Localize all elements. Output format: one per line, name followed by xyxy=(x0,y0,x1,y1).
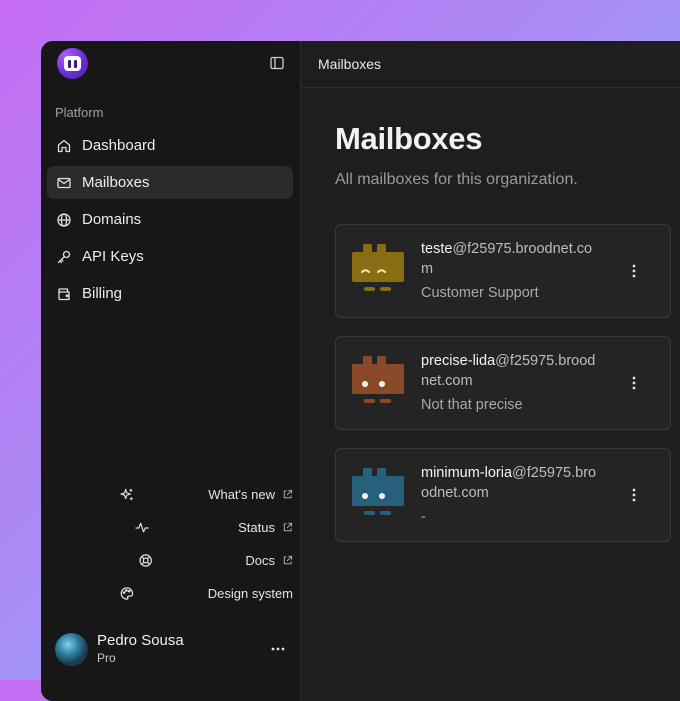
sidebar-nav: Dashboard Mailboxes Domains API Keys Bil… xyxy=(47,129,293,314)
section-label: Platform xyxy=(55,105,104,120)
sidebar-item-label: API Keys xyxy=(82,248,144,265)
status-link[interactable]: Status xyxy=(47,511,293,544)
sidebar-item-mailboxes[interactable]: Mailboxes xyxy=(47,166,293,199)
mailbox-address: minimum-loria@f25975.broodnet.com xyxy=(421,463,601,503)
more-vertical-icon[interactable] xyxy=(626,375,642,391)
mailbox-avatar-icon xyxy=(352,356,404,403)
mailbox-address: precise-lida@f25975.broodnet.com xyxy=(421,351,601,391)
home-icon xyxy=(57,139,71,152)
docs-label: Docs xyxy=(245,553,275,568)
activity-icon xyxy=(135,522,149,533)
mailbox-local-part: teste xyxy=(421,241,453,257)
logo-icon xyxy=(64,56,81,71)
avatar xyxy=(55,632,88,666)
sidebar-toggle-icon[interactable] xyxy=(269,55,285,71)
sidebar: Platform Dashboard Mailboxes Domains API… xyxy=(41,41,301,701)
sidebar-item-domains[interactable]: Domains xyxy=(47,203,293,236)
user-plan: Pro xyxy=(97,651,116,665)
sidebar-item-label: Billing xyxy=(82,285,123,302)
design-system-label: Design system xyxy=(207,586,293,601)
topbar-title: Mailboxes xyxy=(318,56,382,72)
mailbox-local-part: precise-lida xyxy=(421,353,496,369)
logo[interactable] xyxy=(57,48,88,79)
mailbox-address: teste@f25975.broodnet.com xyxy=(421,239,601,279)
mailbox-local-part: minimum-loria xyxy=(421,465,513,481)
user-name: Pedro Sousa xyxy=(97,632,184,649)
more-vertical-icon[interactable] xyxy=(626,487,642,503)
more-vertical-icon[interactable] xyxy=(626,263,642,279)
mailbox-description: Not that precise xyxy=(421,397,523,413)
key-icon xyxy=(57,250,71,263)
external-link-icon xyxy=(283,555,293,565)
whats-new-label: What's new xyxy=(208,487,275,502)
mailbox-description: - xyxy=(421,509,426,525)
mailbox-card[interactable]: minimum-loria@f25975.broodnet.com - xyxy=(335,448,671,542)
external-link-icon xyxy=(283,522,293,532)
mailbox-card[interactable]: teste@f25975.broodnet.com Customer Suppo… xyxy=(335,224,671,318)
sidebar-item-billing[interactable]: Billing xyxy=(47,277,293,310)
page-subtitle: All mailboxes for this organization. xyxy=(335,171,578,188)
palette-icon xyxy=(120,587,134,600)
lifebuoy-icon xyxy=(139,554,152,567)
mailbox-list: teste@f25975.broodnet.com Customer Suppo… xyxy=(335,224,671,560)
docs-link[interactable]: Docs xyxy=(47,544,293,577)
mail-icon xyxy=(57,177,71,188)
sidebar-item-label: Domains xyxy=(82,211,142,228)
sidebar-item-api-keys[interactable]: API Keys xyxy=(47,240,293,273)
sidebar-item-label: Mailboxes xyxy=(82,174,150,191)
sidebar-secondary-links: What's new Status Docs Design system xyxy=(47,478,293,610)
globe-icon xyxy=(57,212,71,227)
mailbox-card[interactable]: precise-lida@f25975.broodnet.com Not tha… xyxy=(335,336,671,430)
app-window: Platform Dashboard Mailboxes Domains API… xyxy=(41,41,680,701)
mailbox-avatar-icon xyxy=(352,244,404,291)
sidebar-item-label: Dashboard xyxy=(82,137,156,154)
topbar: Mailboxes xyxy=(301,41,680,88)
more-horizontal-icon[interactable] xyxy=(269,640,287,658)
status-label: Status xyxy=(238,520,275,535)
main-content: Mailboxes Mailboxes All mailboxes for th… xyxy=(301,41,680,701)
mailbox-avatar-icon xyxy=(352,468,404,515)
user-menu[interactable]: Pedro Sousa Pro xyxy=(55,631,291,667)
wallet-icon xyxy=(58,287,70,300)
page-title: Mailboxes xyxy=(335,121,483,156)
whats-new-link[interactable]: What's new xyxy=(47,478,293,511)
external-link-icon xyxy=(283,489,293,499)
mailbox-description: Customer Support xyxy=(421,285,539,301)
design-system-link[interactable]: Design system xyxy=(47,577,293,610)
sparkles-icon xyxy=(120,488,133,501)
sidebar-item-dashboard[interactable]: Dashboard xyxy=(47,129,293,162)
